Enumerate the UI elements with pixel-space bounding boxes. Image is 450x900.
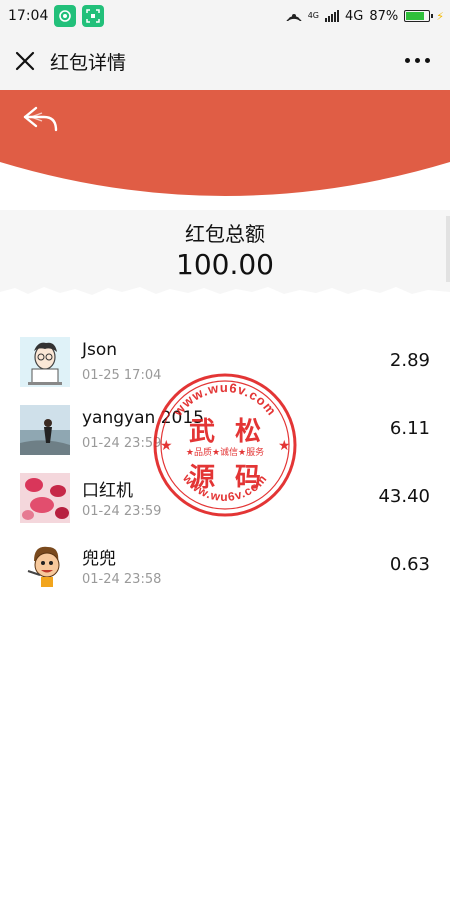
status-right-group: 4G 4G 87% ⚡ <box>286 0 444 32</box>
star-icon: ★ <box>278 438 291 454</box>
summary-amount: 100.00 <box>176 248 274 281</box>
avatar <box>20 405 70 455</box>
back-icon[interactable] <box>22 104 60 134</box>
battery-percent: 87% <box>369 8 399 24</box>
network-small-label: 4G <box>307 11 319 20</box>
watermark-char-3: 源 <box>189 463 215 493</box>
status-time: 17:04 <box>8 8 49 24</box>
close-icon[interactable] <box>14 50 36 72</box>
watermark-stamp: www.wu6v.com www.wu6v.com 武 松 ★品质★诚信★服务 … <box>153 373 297 517</box>
avatar <box>20 541 70 591</box>
avatar <box>20 337 70 387</box>
scan-notification-icon <box>82 5 105 27</box>
network-label: 4G <box>345 8 364 24</box>
star-icon: ★ <box>160 438 173 454</box>
summary-title: 红包总额 <box>185 222 265 246</box>
watermark-char-2: 松 <box>235 417 261 447</box>
hotspot-icon <box>286 7 302 25</box>
nav-bar: 红包详情 <box>0 32 450 90</box>
record-amount: 43.40 <box>378 486 430 507</box>
charging-icon: ⚡ <box>436 9 444 23</box>
app-notification-icon <box>54 5 77 27</box>
status-bar: 17:04 4G 4G 87% ⚡ <box>0 0 450 32</box>
signal-icon <box>325 10 339 22</box>
avatar <box>20 473 70 523</box>
torn-paper-edge <box>0 287 450 322</box>
record-time: 01-24 23:58 <box>82 572 162 587</box>
record-name: 口红机 <box>82 481 133 501</box>
record-amount: 6.11 <box>389 418 430 439</box>
battery-icon <box>404 10 434 22</box>
record-name: Json <box>82 340 118 360</box>
record-name: 兜兜 <box>82 549 116 569</box>
watermark-char-4: 码 <box>235 463 261 493</box>
more-options-icon[interactable] <box>405 58 430 63</box>
watermark-char-1: 武 <box>189 417 215 447</box>
list-item[interactable]: 兜兜 01-24 23:58 0.63 <box>0 534 450 602</box>
record-amount: 2.89 <box>389 350 430 371</box>
watermark-slogan: ★品质★诚信★服务 <box>186 446 264 458</box>
record-amount: 0.63 <box>389 554 430 575</box>
red-header-background <box>0 90 450 196</box>
page-title: 红包详情 <box>50 52 127 74</box>
